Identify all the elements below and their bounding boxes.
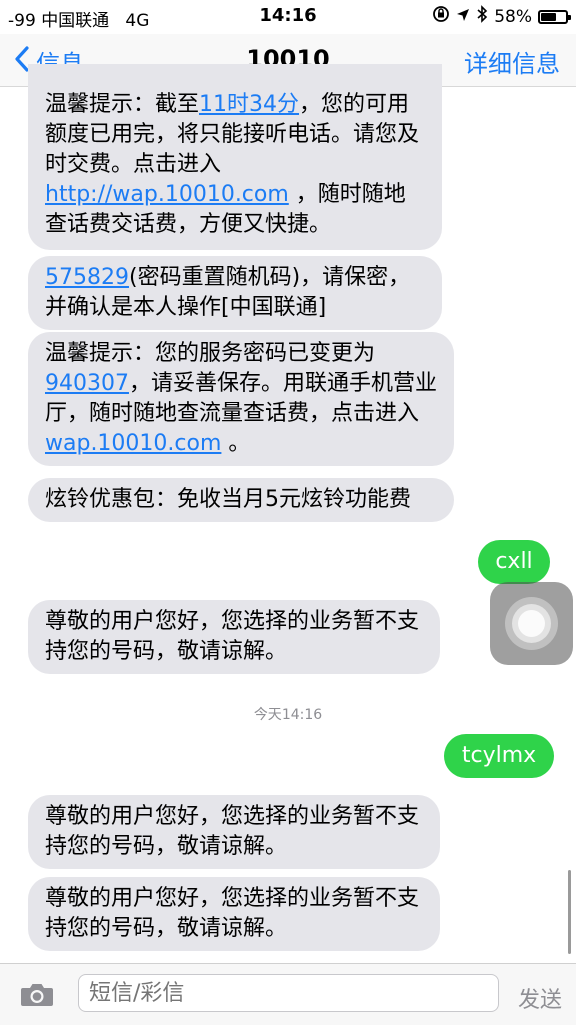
message-text: 温馨提示：您的服务密码已变更为	[45, 341, 376, 366]
timestamp-day: 今天	[253, 707, 282, 723]
details-button[interactable]: 详细信息	[464, 44, 560, 79]
message-bubble-incoming[interactable]: 温馨提示：截至11时34分，您的可用额度已用完，将只能接听电话。请您及时交费。点…	[28, 64, 442, 250]
message-bubble-incoming[interactable]: 尊敬的用户您好，您选择的业务暂不支持您的号码，敬请谅解。	[28, 877, 440, 951]
message-text: tcylmx	[461, 743, 537, 768]
message-text: 尊敬的用户您好，您选择的业务暂不支持您的号码，敬请谅解。	[45, 609, 420, 664]
battery-percent: 58%	[494, 6, 532, 27]
message-bubble-outgoing[interactable]: cxll	[478, 540, 550, 584]
scroll-indicator[interactable]	[568, 870, 571, 954]
message-link[interactable]: 575829	[45, 265, 129, 290]
message-text: 。	[221, 431, 251, 456]
rotation-lock-icon	[432, 5, 450, 28]
message-bubble-outgoing[interactable]: tcylmx	[444, 734, 554, 778]
message-text: 尊敬的用户您好，您选择的业务暂不支持您的号码，敬请谅解。	[45, 886, 420, 941]
message-bubble-incoming[interactable]: 尊敬的用户您好，您选择的业务暂不支持您的号码，敬请谅解。	[28, 600, 440, 674]
camera-icon[interactable]	[20, 982, 54, 1007]
message-input[interactable]	[78, 974, 499, 1012]
message-bubble-incoming[interactable]: 575829(密码重置随机码)，请保密，并确认是本人操作[中国联通]	[28, 256, 442, 330]
status-bar: -99 中国联通 4G 14:16 58%	[0, 0, 576, 34]
message-text: 温馨提示：截至	[45, 92, 200, 117]
message-link[interactable]: http://wap.10010.com	[45, 182, 289, 207]
message-link[interactable]: wap.10010.com	[45, 431, 221, 456]
bluetooth-icon	[476, 5, 488, 28]
message-bubble-incoming[interactable]: 炫铃优惠包：免收当月5元炫铃功能费	[28, 478, 454, 522]
message-text: 炫铃优惠包：免收当月5元炫铃功能费	[45, 487, 411, 512]
timestamp: 今天14:16	[0, 704, 576, 724]
battery-fill	[541, 12, 557, 21]
battery-icon	[538, 9, 571, 24]
timestamp-time: 14:16	[281, 707, 323, 723]
message-bubble-incoming[interactable]: 尊敬的用户您好，您选择的业务暂不支持您的号码，敬请谅解。	[28, 795, 440, 869]
location-arrow-icon	[456, 7, 470, 27]
assistive-touch-button[interactable]	[490, 582, 573, 665]
message-input-bar: 发送	[0, 963, 576, 1025]
message-text: 尊敬的用户您好，您选择的业务暂不支持您的号码，敬请谅解。	[45, 804, 420, 859]
send-button[interactable]: 发送	[518, 982, 562, 1014]
message-link[interactable]: 940307	[45, 371, 129, 396]
message-text: cxll	[495, 549, 533, 574]
message-bubble-incoming[interactable]: 温馨提示：您的服务密码已变更为940307，请妥善保存。用联通手机营业厅，随时随…	[28, 332, 454, 466]
message-link[interactable]: 11时34分	[199, 92, 299, 117]
